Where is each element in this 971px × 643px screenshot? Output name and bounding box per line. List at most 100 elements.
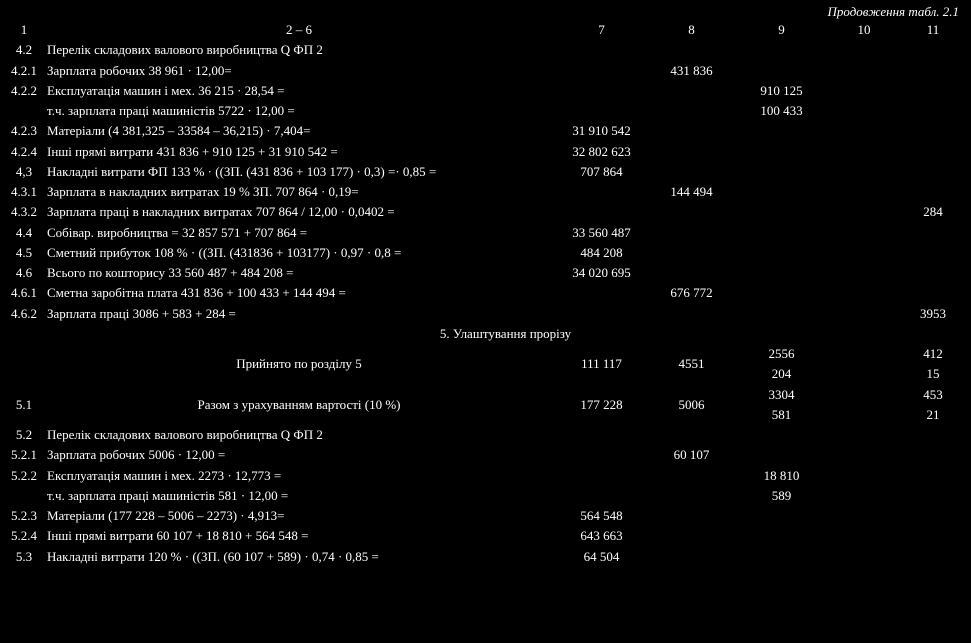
row-value [899, 142, 967, 162]
row-description: Перелік складових валового виробництва Q… [44, 40, 554, 60]
row-value [734, 182, 829, 202]
row-value [649, 243, 734, 263]
row-value [829, 162, 899, 182]
row-description: Накладні витрати 120 % · ((ЗП. (60 107 +… [44, 547, 554, 567]
table-row: 5.2.1Зарплата робочих 5006 · 12,00 =60 1… [4, 445, 967, 465]
row-value [734, 243, 829, 263]
table-row: 4.2.1Зарплата робочих 38 961 · 12,00= 431… [4, 61, 967, 81]
row-value [899, 182, 967, 202]
row-value [734, 526, 829, 546]
row-value [554, 466, 649, 486]
table-row: 5.3Накладні витрати 120 % · ((ЗП. (60 10… [4, 547, 967, 567]
row-number: 4,3 [4, 162, 44, 182]
row-value [829, 40, 899, 60]
row-number: 4.2.1 [4, 61, 44, 81]
table-row: 4.5Сметний прибуток 108 % · ((ЗП. (43183… [4, 243, 967, 263]
row-value [649, 101, 734, 121]
row-value [649, 506, 734, 526]
row-value: 284 [899, 202, 967, 222]
row-description: Зарплата робочих 38 961 · 12,00= [44, 61, 554, 81]
row-value [899, 40, 967, 60]
row-description: Матеріали (177 228 – 5006 – 2273) · 4,91… [44, 506, 554, 526]
row-value [829, 101, 899, 121]
row-number: 4.5 [4, 243, 44, 263]
row-description: Зарплата праці в накладних витратах 707 … [44, 202, 554, 222]
row-value [554, 283, 649, 303]
item51-v8: 5006 [649, 385, 734, 426]
row-value [899, 486, 967, 506]
row-value: 33 560 487 [554, 223, 649, 243]
table-row: т.ч. зарплата праці машиністів 5722 · 12… [4, 101, 967, 121]
row-value [829, 182, 899, 202]
row-value [734, 425, 829, 445]
row-value [829, 526, 899, 546]
section-5-title: 5. Улаштування прорізу [44, 324, 967, 344]
row-value [734, 547, 829, 567]
row-number: 4.2.2 [4, 81, 44, 101]
row-value [899, 283, 967, 303]
row-value [899, 547, 967, 567]
row-value [554, 101, 649, 121]
row-value: 431 836 [649, 61, 734, 81]
col-header-26: 2 – 6 [44, 20, 554, 40]
item51-v11b: 21 [899, 405, 967, 425]
item5-v8: 4551 [649, 344, 734, 385]
item51-v9b: 581 [734, 405, 829, 425]
row-value [899, 101, 967, 121]
item51-label: Разом з урахуванням вартості (10 %) [44, 385, 554, 426]
row-number: 4.4 [4, 223, 44, 243]
row-value [649, 121, 734, 141]
row-value: 643 663 [554, 526, 649, 546]
row-description: Всього по кошторису 33 560 487 + 484 208… [44, 263, 554, 283]
row-value [829, 283, 899, 303]
item5-v11a: 412 [899, 344, 967, 364]
item51-v9a: 3304 [734, 385, 829, 405]
item5-v7: 111 117 [554, 344, 649, 385]
row-value: 34 020 695 [554, 263, 649, 283]
row-value [899, 526, 967, 546]
table-row: 4.3.1Зарплата в накладних витратах 19 % … [4, 182, 967, 202]
row-item5-top: Прийнято по розділу 5 111 117 4551 2556 … [4, 344, 967, 364]
row-number: 5.3 [4, 547, 44, 567]
row-value [649, 81, 734, 101]
row-description: Інші прямі витрати 431 836 + 910 125 + 3… [44, 142, 554, 162]
row-value: 31 910 542 [554, 121, 649, 141]
row-value [554, 40, 649, 60]
row-number: 4.3.2 [4, 202, 44, 222]
row-description: Собівар. виробництва = 32 857 571 + 707 … [44, 223, 554, 243]
row-number: 5.2 [4, 425, 44, 445]
row-value [649, 304, 734, 324]
row-item51-top: 5.1 Разом з урахуванням вартості (10 %) … [4, 385, 967, 405]
row-value [899, 506, 967, 526]
row-value: 32 802 623 [554, 142, 649, 162]
row-value [829, 304, 899, 324]
row-value [899, 243, 967, 263]
row-value [829, 81, 899, 101]
row-value [899, 223, 967, 243]
row-value: 60 107 [649, 445, 734, 465]
row-value [734, 506, 829, 526]
cost-table: 1 2 – 6 7 8 9 10 11 4.2Перелік складових… [4, 20, 967, 567]
row-value: 707 864 [554, 162, 649, 182]
item51-v11a: 453 [899, 385, 967, 405]
row-value [734, 61, 829, 81]
col-header-1: 1 [4, 20, 44, 40]
row-description: Експлуатація машин і мех. 2273 · 12,773 … [44, 466, 554, 486]
table-row: 4.2.2Експлуатація машин і мех. 36 215 · … [4, 81, 967, 101]
row-number: 4.6 [4, 263, 44, 283]
row-value [734, 202, 829, 222]
row-number: 5.2.2 [4, 466, 44, 486]
row-value [734, 304, 829, 324]
row-value [554, 304, 649, 324]
row-value [649, 263, 734, 283]
table-row: 5.2Перелік складових валового виробництв… [4, 425, 967, 445]
row-value [734, 40, 829, 60]
table-row: 4.6.2Зарплата праці 3086 + 583 + 284 =39… [4, 304, 967, 324]
row-value [829, 547, 899, 567]
row-value: 64 504 [554, 547, 649, 567]
row-value [899, 81, 967, 101]
item5-v11b: 15 [899, 364, 967, 384]
row-description: Експлуатація машин і мех. 36 215 · 28,54… [44, 81, 554, 101]
col-header-9: 9 [734, 20, 829, 40]
row-number: 4.2.4 [4, 142, 44, 162]
